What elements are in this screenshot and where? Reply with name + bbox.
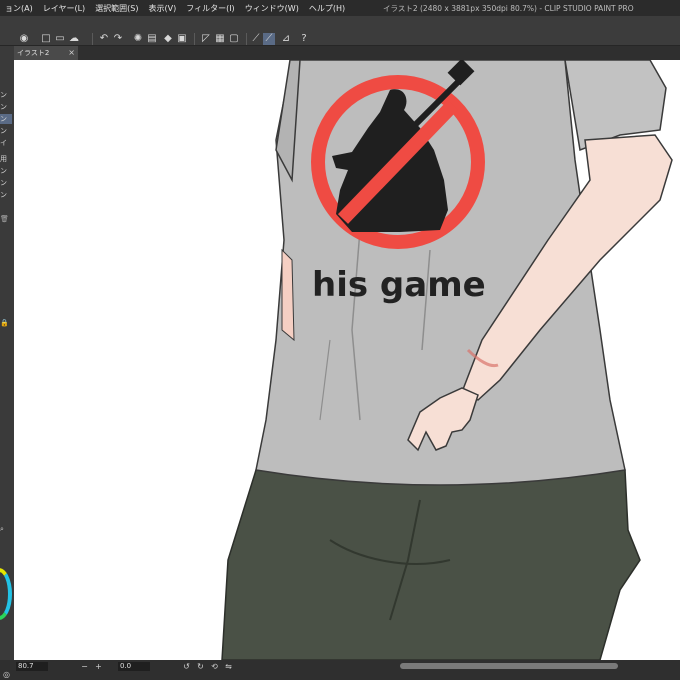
window-title: イラスト2 (2480 x 3881px 350dpi 80.7%) - CLI… — [383, 4, 634, 13]
help-icon[interactable]: ? — [298, 33, 310, 45]
menu-animation[interactable]: ョン(A) — [0, 3, 38, 14]
transform-icon[interactable]: ▣ — [176, 33, 188, 45]
color-wheel[interactable] — [0, 568, 12, 620]
ruler-icon[interactable]: ◸ — [200, 33, 212, 45]
zoom-in-icon[interactable]: + — [94, 662, 103, 671]
pants — [221, 469, 641, 660]
tool-item[interactable]: ン — [0, 126, 12, 136]
clear-icon[interactable]: ▤ — [146, 33, 158, 45]
rotation-field[interactable]: 0.0 — [118, 662, 150, 671]
tool-item[interactable]: ン — [0, 178, 12, 188]
open-icon[interactable]: ▭ — [54, 33, 66, 45]
illustration: his game — [221, 60, 673, 660]
navigator-icon[interactable]: ◎ — [2, 670, 11, 679]
lock-icon[interactable]: 🔒 — [0, 318, 12, 328]
flip-icon[interactable]: ⇋ — [224, 662, 233, 671]
grid-icon[interactable]: ▦ — [214, 33, 226, 45]
tab-illust2[interactable]: イラスト2 × — [14, 46, 78, 60]
menu-selection[interactable]: 選択範囲(S) — [90, 3, 143, 14]
menu-window[interactable]: ウィンドウ(W) — [240, 3, 304, 14]
command-bar: ◉ □ ▭ ☁ ↶ ↷ ✺ ▤ ◆ ▣ ◸ ▦ ▢ ⟋ ⟋ ⊿ ? — [0, 16, 680, 46]
loading-icon[interactable]: ✺ — [132, 33, 144, 45]
tool-item[interactable]: ン — [0, 102, 12, 112]
menu-view[interactable]: 表示(V) — [144, 3, 182, 14]
zoom-field[interactable]: 80.7 — [16, 662, 48, 671]
rotate-left-icon[interactable]: ↺ — [182, 662, 191, 671]
undo-icon[interactable]: ↶ — [98, 33, 110, 45]
menu-filter[interactable]: フィルター(I) — [181, 3, 239, 14]
trash-icon[interactable]: 🗑 — [0, 214, 12, 224]
reset-rotation-icon[interactable]: ⟲ — [210, 662, 219, 671]
tab-label: イラスト2 — [17, 49, 50, 57]
horizontal-scrollbar[interactable] — [400, 663, 618, 669]
snap-ruler-icon[interactable]: ▢ — [228, 33, 240, 45]
tool-item[interactable]: ン — [0, 90, 12, 100]
tool-item[interactable]: イ — [0, 138, 12, 148]
redo-icon[interactable]: ↷ — [112, 33, 124, 45]
shirt-caption: his game — [312, 265, 486, 305]
canvas[interactable]: his game — [14, 60, 680, 660]
tool-item[interactable]: 用 — [0, 154, 12, 164]
rotate-right-icon[interactable]: ↻ — [196, 662, 205, 671]
toolbar-separator — [194, 33, 195, 45]
menu-help[interactable]: ヘルプ(H) — [304, 3, 350, 14]
close-icon[interactable]: × — [68, 46, 75, 60]
left-arm — [281, 248, 295, 342]
fill-icon[interactable]: ◆ — [162, 33, 174, 45]
new-icon[interactable]: □ — [40, 33, 52, 45]
toolbar-separator — [92, 33, 93, 45]
tool-item-selected[interactable]: ン — [0, 114, 12, 124]
tool-item[interactable]: ン — [0, 190, 12, 200]
snap-special-icon[interactable]: ⟋ — [250, 33, 262, 45]
tool-item[interactable]: ン — [0, 166, 12, 176]
toolbar-separator — [246, 33, 247, 45]
ruler-line-icon[interactable]: ⊿ — [280, 33, 292, 45]
tool-palette-panel: ン ン ン ン イ 用 ン ン ン 🗑 🔒 ⌕ — [0, 46, 14, 660]
save-icon[interactable]: ☁ — [68, 33, 80, 45]
menu-layer[interactable]: レイヤー(L) — [38, 3, 90, 14]
status-bar: 80.7 − + 0.0 ↺ ↻ ⟲ ⇋ ◎ — [0, 660, 680, 680]
clip-studio-icon[interactable]: ◉ — [18, 33, 30, 45]
snap-grid-icon[interactable]: ⟋ — [263, 33, 275, 45]
zoom-icon[interactable]: ⌕ — [0, 524, 12, 534]
zoom-out-icon[interactable]: − — [80, 662, 89, 671]
document-tab-bar: イラスト2 × — [14, 46, 680, 60]
